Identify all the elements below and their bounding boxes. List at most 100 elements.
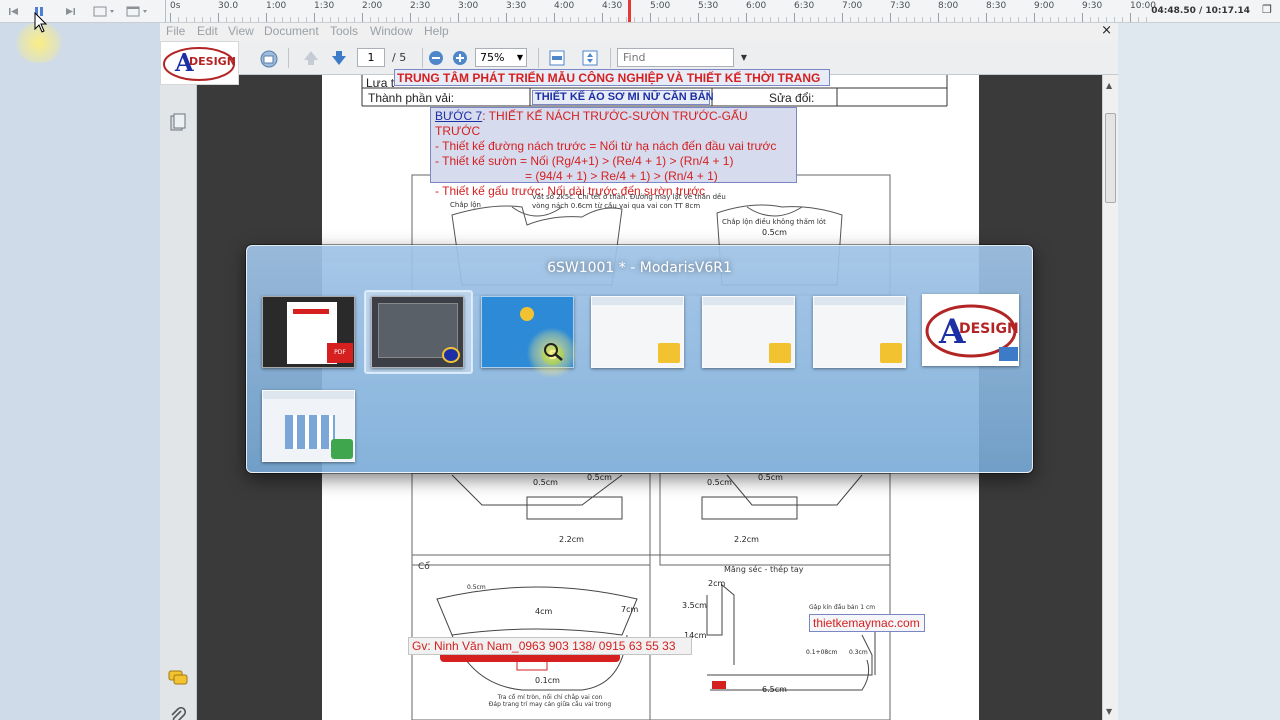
timeline-minor-tick bbox=[642, 17, 643, 22]
folder-icon bbox=[658, 343, 680, 363]
timeline-minor-tick bbox=[946, 17, 947, 22]
comments-icon[interactable] bbox=[168, 669, 188, 691]
magnifier-icon bbox=[544, 343, 563, 361]
dim-label: 7cm bbox=[621, 605, 639, 614]
timeline-tick-label: 2:00 bbox=[362, 1, 383, 11]
close-icon[interactable]: × bbox=[1101, 23, 1112, 38]
menu-document[interactable]: Document bbox=[264, 24, 319, 38]
timeline-minor-tick bbox=[1010, 17, 1011, 22]
timeline-minor-tick bbox=[858, 17, 859, 22]
menu-edit[interactable]: Edit bbox=[197, 24, 218, 38]
window-icon[interactable] bbox=[126, 3, 150, 20]
timeline-playhead[interactable] bbox=[628, 0, 631, 22]
menu-window[interactable]: Window bbox=[370, 24, 413, 38]
timeline-minor-tick bbox=[1098, 17, 1099, 22]
timeline-minor-tick bbox=[210, 17, 211, 22]
timeline-minor-tick bbox=[1066, 17, 1067, 22]
menu-view[interactable]: View bbox=[228, 24, 254, 38]
timeline-minor-tick bbox=[962, 17, 963, 22]
dim-label: 0.5cm bbox=[758, 473, 783, 482]
timeline-minor-tick bbox=[178, 17, 179, 22]
timeline-tick bbox=[1034, 13, 1035, 22]
timeline-minor-tick bbox=[578, 17, 579, 22]
fit-page-icon[interactable] bbox=[581, 49, 601, 67]
skip-forward-icon[interactable] bbox=[64, 3, 76, 20]
page-number-input[interactable]: 1 bbox=[357, 48, 385, 67]
sketch-label-chap-lon-2: Chắp lộn điều không thấm lót bbox=[722, 218, 826, 226]
zoom-out-icon[interactable] bbox=[427, 49, 447, 67]
scroll-up-icon[interactable]: ▲ bbox=[1106, 81, 1112, 90]
dim-label: 0.3cm bbox=[849, 649, 868, 656]
timeline-minor-tick bbox=[898, 17, 899, 22]
control-panel-icon bbox=[331, 439, 353, 459]
step-heading: : THIẾT KẾ NÁCH TRƯỚC-SƯỜN TRƯỚC-GẤU TRƯ… bbox=[435, 109, 748, 138]
chevron-down-icon[interactable]: ▼ bbox=[741, 49, 747, 66]
timeline-tick bbox=[986, 13, 987, 22]
section-label-collar: Cổ bbox=[418, 562, 430, 572]
navigation-panel bbox=[160, 75, 197, 720]
timeline-minor-tick bbox=[386, 17, 387, 22]
switcher-window-control-panel[interactable] bbox=[262, 390, 355, 462]
timeline-tick-label: 30.0 bbox=[218, 1, 239, 11]
menu-help[interactable]: Help bbox=[424, 24, 449, 38]
timeline-tick-label: 4:00 bbox=[554, 1, 575, 11]
skip-back-icon[interactable] bbox=[8, 3, 20, 20]
timeline-minor-tick bbox=[282, 17, 283, 22]
timeline-minor-tick bbox=[802, 17, 803, 22]
zoom-in-icon[interactable] bbox=[451, 49, 471, 67]
timeline-minor-tick bbox=[322, 17, 323, 22]
switcher-title: 6SW1001 * - ModarisV6R1 bbox=[547, 260, 732, 276]
next-page-icon[interactable] bbox=[329, 49, 349, 67]
dim-label: 2.2cm bbox=[734, 535, 759, 544]
switcher-window-pdf[interactable]: PDF bbox=[262, 296, 355, 368]
timeline-minor-tick bbox=[330, 17, 331, 22]
timeline-tick-label: 7:00 bbox=[842, 1, 863, 11]
switcher-window-modaris[interactable] bbox=[371, 296, 464, 368]
vertical-scrollbar[interactable]: ▲ ▼ bbox=[1102, 75, 1118, 720]
switcher-window-explorer-3[interactable] bbox=[813, 296, 906, 368]
timeline-minor-tick bbox=[1106, 17, 1107, 22]
timeline-minor-tick bbox=[562, 17, 563, 22]
dim-label: 0.5cm bbox=[762, 228, 787, 237]
dim-label: 0.5cm bbox=[533, 478, 558, 487]
attachment-icon[interactable] bbox=[169, 706, 187, 720]
timeline-minor-tick bbox=[874, 17, 875, 22]
timeline-minor-tick bbox=[338, 17, 339, 22]
timeline-minor-tick bbox=[1122, 17, 1123, 22]
previous-page-icon[interactable] bbox=[301, 49, 321, 67]
screen-icon[interactable] bbox=[93, 3, 117, 20]
switcher-window-explorer-1[interactable] bbox=[591, 296, 684, 368]
timeline-minor-tick bbox=[1026, 17, 1027, 22]
find-input[interactable]: Find ▼ bbox=[617, 48, 747, 67]
restore-window-icon[interactable]: ❐ bbox=[1262, 3, 1272, 16]
dim-label: 2cm bbox=[708, 579, 726, 588]
timeline-minor-tick bbox=[490, 17, 491, 22]
timeline-minor-tick bbox=[450, 17, 451, 22]
menu-tools[interactable]: Tools bbox=[330, 24, 358, 38]
dim-label: 0.5cm bbox=[707, 478, 732, 487]
timeline-minor-tick bbox=[546, 17, 547, 22]
timeline-minor-tick bbox=[626, 17, 627, 22]
scroll-down-icon[interactable]: ▼ bbox=[1106, 707, 1112, 716]
share-icon[interactable] bbox=[258, 49, 278, 68]
zoom-level-select[interactable]: 75% ▼ bbox=[475, 48, 527, 67]
timeline-tick-label: 6:30 bbox=[794, 1, 815, 11]
timeline-minor-tick bbox=[274, 17, 275, 22]
timeline-minor-tick bbox=[978, 17, 979, 22]
menu-file[interactable]: File bbox=[166, 24, 185, 38]
timeline-ruler[interactable]: 0s 30.0 1:00 1:30 2:00 2:30 3:00 3:30 4:00 4:30 5:… bbox=[165, 0, 1156, 23]
switcher-window-explorer-2[interactable] bbox=[702, 296, 795, 368]
fit-width-icon[interactable] bbox=[548, 49, 568, 67]
scroll-thumb[interactable] bbox=[1105, 113, 1116, 203]
dim-label: 0.5cm bbox=[467, 584, 486, 591]
pages-icon[interactable] bbox=[170, 113, 186, 135]
header-cell-fabric: Lưa t bbox=[366, 76, 395, 90]
timeline-tick-label: 5:30 bbox=[698, 1, 719, 11]
timeline-minor-tick bbox=[906, 17, 907, 22]
switcher-window-azdesign[interactable]: A DESIGN bbox=[922, 294, 1019, 366]
timeline-minor-tick bbox=[370, 17, 371, 22]
timeline-minor-tick bbox=[706, 17, 707, 22]
timeline-minor-tick bbox=[866, 17, 867, 22]
dim-label: 4cm bbox=[535, 607, 553, 616]
timeline-minor-tick bbox=[994, 17, 995, 22]
